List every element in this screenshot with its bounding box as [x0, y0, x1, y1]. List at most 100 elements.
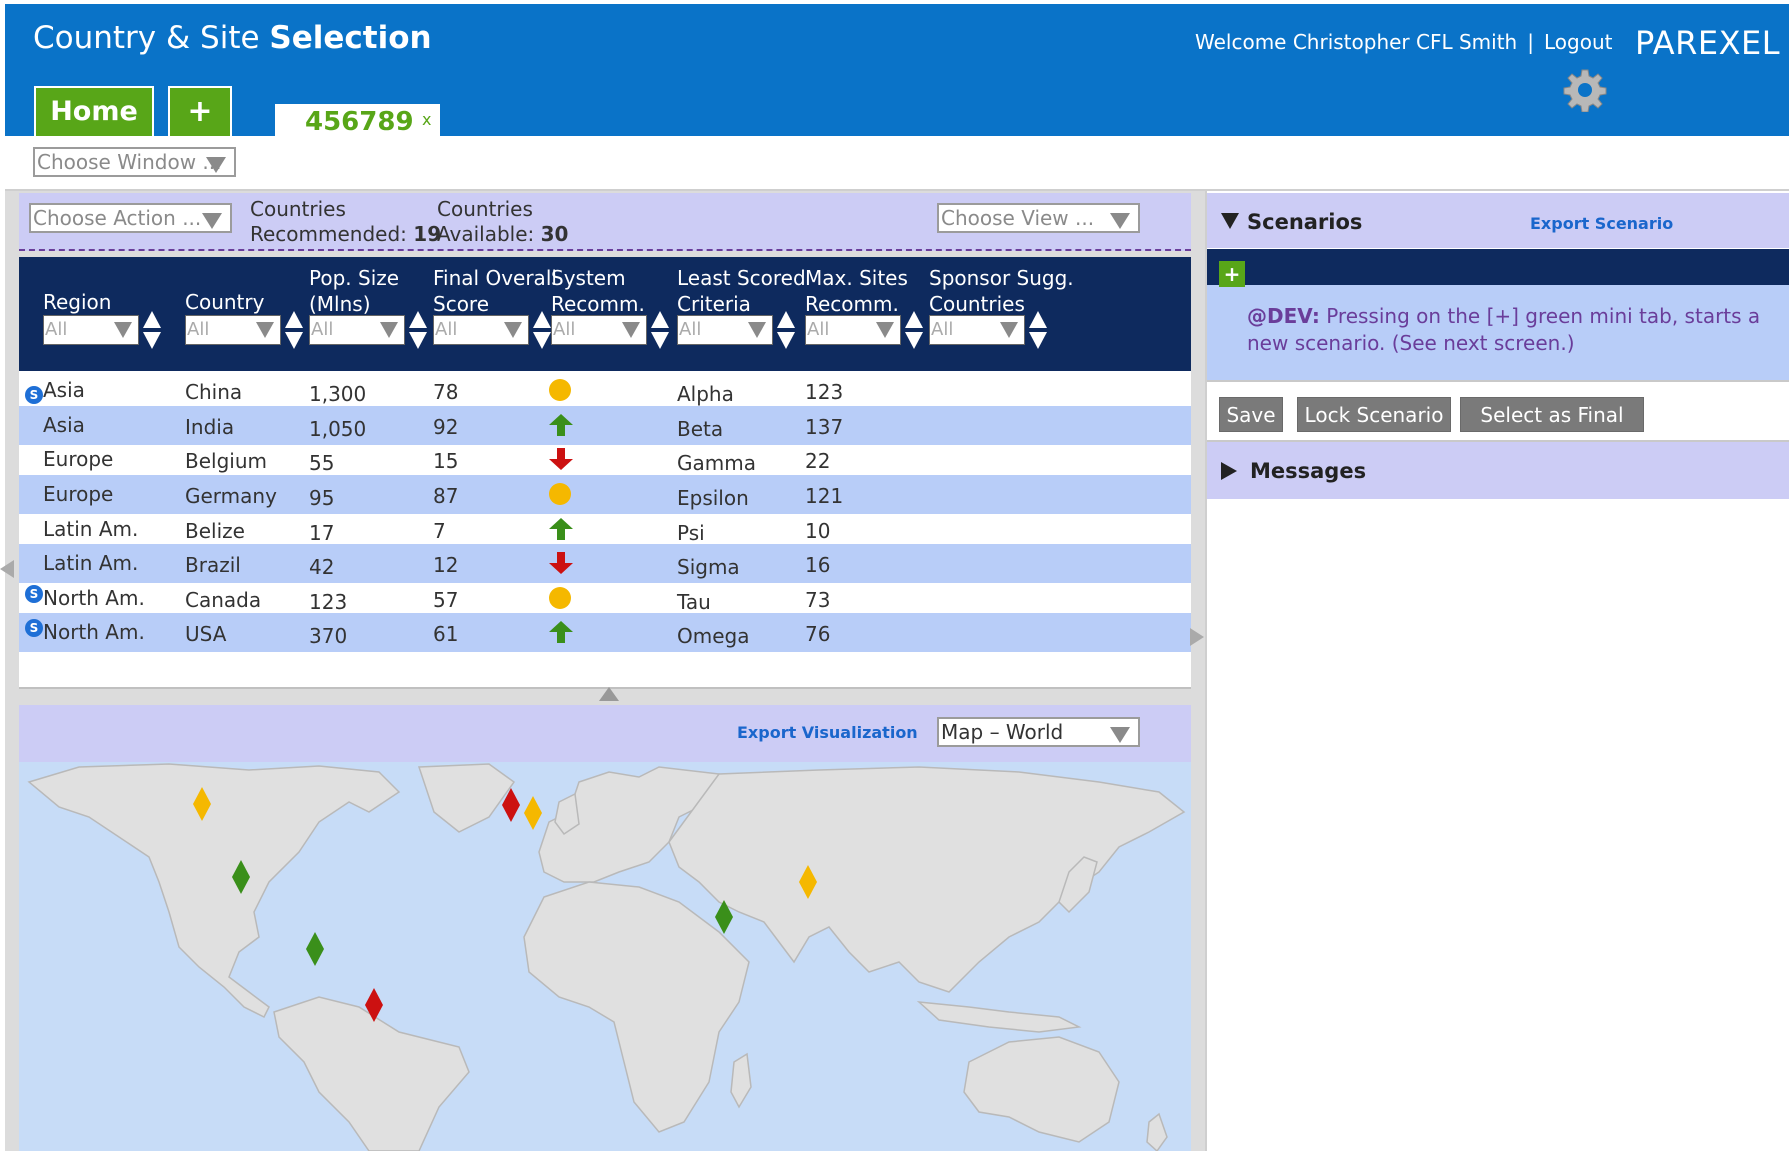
cell-region: Asia — [43, 378, 85, 402]
table-row[interactable]: S Asia China 1,300 78 Alpha 123 — [19, 371, 1191, 410]
expand-caret-icon[interactable] — [1221, 462, 1237, 480]
collapse-caret-icon[interactable] — [1221, 213, 1239, 229]
scenarios-header[interactable]: Scenarios Export Scenario — [1207, 193, 1789, 248]
sort-icon[interactable] — [905, 311, 923, 349]
column-header-score: Final Overall Score — [433, 265, 557, 317]
select-as-final-button[interactable]: Select as Final — [1460, 397, 1644, 432]
sort-icon[interactable] — [143, 311, 161, 349]
sort-asc-icon[interactable] — [285, 311, 303, 328]
table-row[interactable]: Latin Am. Brazil 42 12 Sigma 16 — [19, 544, 1191, 583]
cell-criteria: Alpha — [677, 382, 734, 406]
map-marker-belize-icon[interactable] — [306, 932, 324, 966]
lock-scenario-button[interactable]: Lock Scenario — [1297, 397, 1451, 432]
cell-score: 92 — [433, 415, 459, 439]
new-scenario-button[interactable]: + — [1219, 261, 1245, 287]
greenland-shape — [417, 763, 516, 833]
filter-pop[interactable]: All — [309, 315, 405, 345]
sort-desc-icon[interactable] — [533, 332, 551, 349]
choose-action-select[interactable]: Choose Action ... — [29, 203, 232, 233]
dev-note: @DEV: Pressing on the [+] green mini tab… — [1207, 285, 1789, 382]
left-panel: Choose Action ... Countries Recommended:… — [5, 191, 1205, 1151]
table-row[interactable]: S North Am. USA 370 61 Omega 76 — [19, 613, 1191, 652]
filter-value: All — [311, 319, 334, 340]
tab-project-456789[interactable]: 456789 x — [275, 104, 440, 140]
gear-icon[interactable] — [1563, 68, 1607, 112]
column-header-line: Sponsor Sugg. — [929, 266, 1074, 290]
logout-link[interactable]: Logout — [1544, 30, 1612, 54]
cell-pop: 1,300 — [309, 382, 367, 406]
chevron-down-icon — [748, 322, 766, 338]
cell-pop: 123 — [309, 590, 348, 614]
filter-country[interactable]: All — [185, 315, 281, 345]
column-header-region: Region — [43, 289, 111, 315]
cell-country: Brazil — [185, 553, 241, 577]
sort-asc-icon[interactable] — [143, 311, 161, 328]
dashed-divider — [19, 249, 1191, 251]
filter-value: All — [553, 319, 576, 340]
sort-desc-icon[interactable] — [905, 332, 923, 349]
cell-sites: 10 — [805, 519, 831, 543]
collapse-left-icon[interactable] — [0, 560, 14, 578]
filter-criteria[interactable]: All — [677, 315, 773, 345]
filter-sites[interactable]: All — [805, 315, 901, 345]
south-america-shape — [273, 996, 470, 1151]
cell-score: 61 — [433, 622, 459, 646]
sort-icon[interactable] — [409, 311, 427, 349]
sort-asc-icon[interactable] — [777, 311, 795, 328]
tab-close-icon[interactable]: x — [422, 102, 431, 138]
messages-title: Messages — [1250, 459, 1367, 483]
sponsor-badge-icon: S — [25, 619, 43, 637]
world-map[interactable] — [19, 762, 1191, 1151]
export-visualization-link[interactable]: Export Visualization — [737, 723, 918, 742]
choose-view-select[interactable]: Choose View ... — [937, 203, 1140, 233]
column-header-country: Country — [185, 289, 264, 315]
filter-value: All — [435, 319, 458, 340]
column-header-sponsor: Sponsor Sugg. Countries — [929, 265, 1074, 317]
cell-pop: 17 — [309, 521, 335, 545]
save-button[interactable]: Save — [1219, 397, 1283, 432]
horizontal-splitter[interactable] — [19, 687, 1191, 701]
sort-icon[interactable] — [285, 311, 303, 349]
cell-score: 12 — [433, 553, 459, 577]
collapse-up-icon[interactable] — [599, 687, 619, 701]
tab-home[interactable]: Home — [34, 86, 154, 136]
sort-asc-icon[interactable] — [533, 311, 551, 328]
sort-asc-icon[interactable] — [409, 311, 427, 328]
filter-value: All — [187, 319, 210, 340]
sort-desc-icon[interactable] — [143, 332, 161, 349]
sort-asc-icon[interactable] — [905, 311, 923, 328]
table-row[interactable]: Europe Germany 95 87 Epsilon 121 — [19, 475, 1191, 514]
map-type-select[interactable]: Map – World — [937, 717, 1140, 747]
add-tab-button[interactable]: + — [168, 86, 232, 136]
sort-icon[interactable] — [533, 311, 551, 349]
app-title: Country & Site Selection — [33, 20, 432, 56]
expand-right-icon[interactable] — [1190, 628, 1204, 646]
filter-region[interactable]: All — [43, 315, 139, 345]
choose-window-select[interactable]: Choose Window ... — [33, 147, 236, 177]
filter-sponsor[interactable]: All — [929, 315, 1025, 345]
filter-recomm[interactable]: All — [551, 315, 647, 345]
column-header-line: Region — [43, 290, 112, 314]
sort-asc-icon[interactable] — [651, 311, 669, 328]
tab-project-label: 456789 — [305, 107, 414, 137]
map-marker-germany-icon[interactable] — [524, 796, 542, 830]
column-header-line: Recomm. — [805, 292, 899, 316]
messages-header[interactable]: Messages — [1207, 440, 1789, 499]
sort-desc-icon[interactable] — [651, 332, 669, 349]
cell-pop: 55 — [309, 451, 335, 475]
chevron-down-icon — [202, 213, 222, 229]
sort-desc-icon[interactable] — [285, 332, 303, 349]
cell-country: USA — [185, 622, 227, 646]
sort-icon[interactable] — [777, 311, 795, 349]
sort-icon[interactable] — [1029, 311, 1047, 349]
export-scenario-link[interactable]: Export Scenario — [1530, 214, 1673, 233]
sort-icon[interactable] — [651, 311, 669, 349]
chevron-down-icon — [256, 322, 274, 338]
available-label-2: Available: — [437, 222, 535, 246]
sort-asc-icon[interactable] — [1029, 311, 1047, 328]
sort-desc-icon[interactable] — [409, 332, 427, 349]
table-row[interactable]: Europe Belgium 55 15 Gamma 22 — [19, 440, 1191, 479]
sort-desc-icon[interactable] — [1029, 332, 1047, 349]
filter-score[interactable]: All — [433, 315, 529, 345]
sort-desc-icon[interactable] — [777, 332, 795, 349]
